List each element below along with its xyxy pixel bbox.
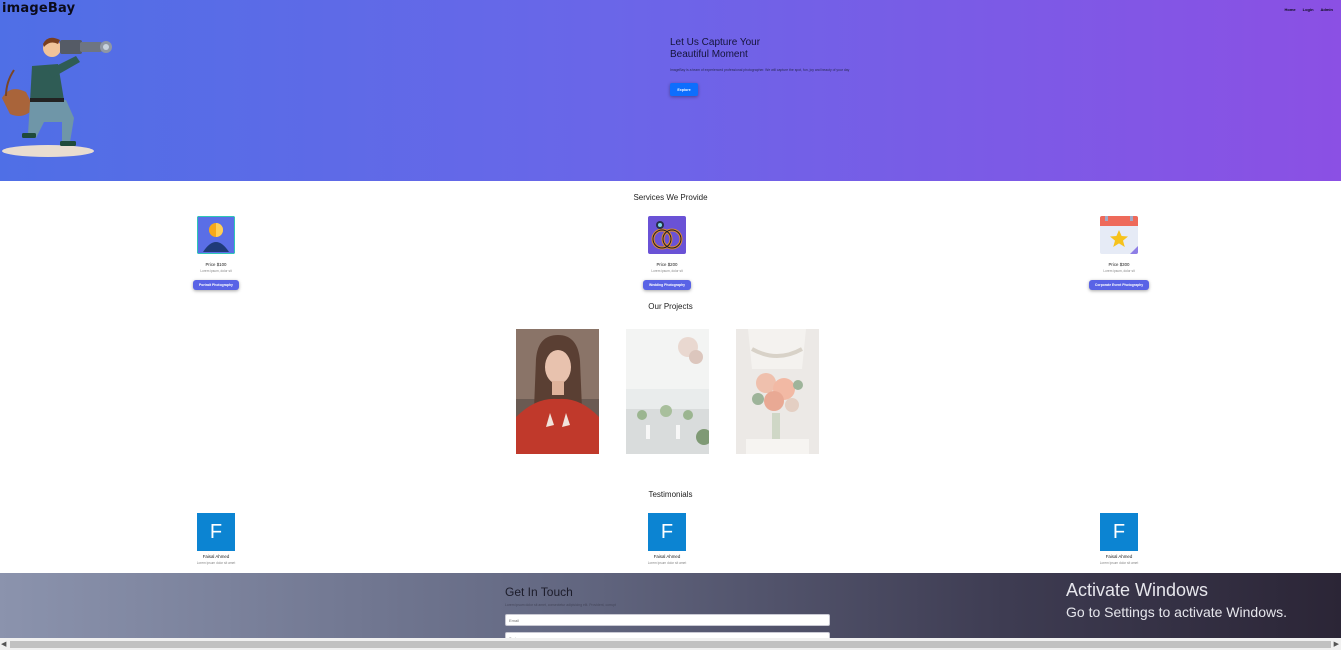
scrollbar-thumb[interactable] bbox=[10, 641, 1331, 648]
service-desc: Lorem ipsum, dolor sit bbox=[200, 269, 232, 273]
hero-title: Let Us Capture Your Beautiful Moment bbox=[670, 37, 850, 61]
testimonial-text: Lorem ipsum dolor sit amet bbox=[647, 561, 687, 565]
avatar: F bbox=[648, 513, 686, 551]
email-field[interactable] bbox=[505, 614, 830, 626]
service-price: Price $100 bbox=[205, 262, 227, 267]
testimonial-card: F Faisal Ahmed Lorem ipsum dolor sit ame… bbox=[181, 513, 251, 565]
testimonial-name: Faisal Ahmed bbox=[202, 554, 230, 559]
project-image-portrait-woman[interactable] bbox=[516, 329, 599, 454]
photographer-illustration bbox=[2, 37, 112, 157]
project-image-bridal-bouquet[interactable] bbox=[736, 329, 819, 454]
testimonial-card: F Faisal Ahmed Lorem ipsum dolor sit ame… bbox=[632, 513, 702, 565]
hero-description: ImageBay is a team of experienced profes… bbox=[670, 68, 850, 72]
service-desc: Lorem ipsum, dolor sit bbox=[651, 269, 683, 273]
services-title: Services We Provide bbox=[633, 193, 708, 202]
testimonials-title: Testimonials bbox=[648, 490, 693, 499]
contact-title: Get In Touch bbox=[505, 585, 573, 599]
scroll-left-arrow-icon[interactable]: ◀ bbox=[1, 640, 6, 648]
testimonial-text: Lorem ipsum dolor sit amet bbox=[196, 561, 236, 565]
wedding-rings-icon bbox=[648, 216, 686, 254]
hero-title-line-2: Beautiful Moment bbox=[670, 49, 748, 60]
nav-admin-link[interactable]: Admin bbox=[1321, 7, 1333, 12]
service-price: Price $200 bbox=[656, 262, 678, 267]
project-image-wedding-table[interactable] bbox=[626, 329, 709, 454]
nav-home-link[interactable]: Home bbox=[1285, 7, 1296, 12]
service-card-corporate: Price $300 Lorem ipsum, dolor sit Corpor… bbox=[1084, 216, 1154, 291]
corporate-event-photography-button[interactable]: Corporate Event Photography bbox=[1088, 280, 1150, 290]
top-nav: Home Login Admin bbox=[1285, 7, 1333, 12]
calendar-star-icon bbox=[1100, 216, 1138, 254]
avatar: F bbox=[1100, 513, 1138, 551]
scroll-right-arrow-icon[interactable]: ▶ bbox=[1334, 640, 1339, 648]
service-desc: Lorem ipsum, dolor sit bbox=[1103, 269, 1135, 273]
testimonial-text: Lorem ipsum dolor sit amet bbox=[1099, 561, 1139, 565]
hero-banner: imageBay Home Login Admin Let Us Capture… bbox=[0, 0, 1341, 181]
portrait-icon bbox=[196, 215, 236, 255]
avatar: F bbox=[197, 513, 235, 551]
service-price: Price $300 bbox=[1108, 262, 1130, 267]
hero-title-line-1: Let Us Capture Your bbox=[670, 37, 761, 48]
service-card-portrait: Price $100 Lorem ipsum, dolor sit Portra… bbox=[181, 215, 251, 291]
activate-windows-heading: Activate Windows bbox=[1066, 580, 1209, 600]
wedding-photography-button[interactable]: Wedding Photography bbox=[642, 280, 692, 290]
nav-login-link[interactable]: Login bbox=[1303, 7, 1314, 12]
brand-logo[interactable]: imageBay bbox=[2, 1, 75, 16]
service-card-wedding: Price $200 Lorem ipsum, dolor sit Weddin… bbox=[632, 216, 702, 291]
explore-button[interactable]: Explore bbox=[670, 83, 698, 96]
testimonial-name: Faisal Ahmed bbox=[653, 554, 681, 559]
activate-windows-watermark: Activate Windows Go to Settings to activ… bbox=[1066, 580, 1287, 620]
contact-subtitle: Lorem ipsum dolor sit amet, consectetur … bbox=[505, 603, 616, 607]
testimonial-name: Faisal Ahmed bbox=[1105, 554, 1133, 559]
horizontal-scrollbar[interactable]: ◀ ▶ bbox=[0, 638, 1341, 650]
projects-title: Our Projects bbox=[648, 302, 693, 311]
portrait-photography-button[interactable]: Portrait Photography bbox=[193, 280, 239, 290]
activate-windows-subtext: Go to Settings to activate Windows. bbox=[1066, 604, 1287, 620]
testimonial-card: F Faisal Ahmed Lorem ipsum dolor sit ame… bbox=[1084, 513, 1154, 565]
